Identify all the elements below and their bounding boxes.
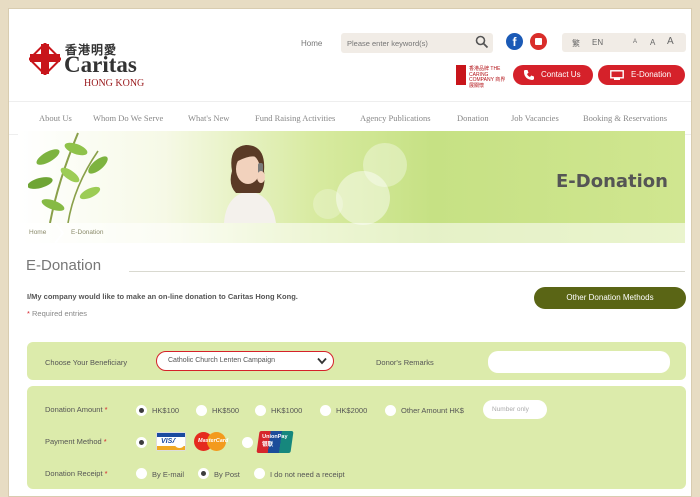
phone-icon [524, 70, 534, 80]
banner-title: E-Donation [556, 171, 668, 192]
font-small-button[interactable]: A [633, 39, 637, 45]
amount-radio-1000[interactable] [255, 405, 266, 416]
other-donation-methods-button[interactable]: Other Donation Methods [534, 287, 686, 309]
font-medium-button[interactable]: A [650, 38, 655, 47]
lang-tc-link[interactable]: 繁 [572, 38, 580, 49]
logo-english-name: Caritas [64, 52, 137, 77]
chevron-down-icon [317, 357, 327, 365]
banner-bubble [313, 189, 343, 219]
page: 香港明愛 Caritas HONG KONG Home f 繁 EN A A A… [8, 8, 692, 497]
badge-text: 香港品牌 THE CARING COMPANY 商界展關懷 [469, 66, 506, 89]
amount-radio-500[interactable] [196, 405, 207, 416]
donation-details-panel [27, 386, 686, 489]
nav-item-fund-raising[interactable]: Fund Raising Activities [255, 113, 335, 123]
section-title: E-Donation [26, 257, 102, 274]
top-home-link[interactable]: Home [301, 39, 322, 48]
lang-en-link[interactable]: EN [592, 38, 603, 47]
banner-bubble [363, 143, 407, 187]
donation-amount-label: Donation Amount * [45, 405, 108, 414]
unionpay-logo: UnionPay 银联 [256, 431, 294, 453]
payment-radio-mastercard[interactable] [174, 437, 185, 448]
intro-text: I/My company would like to make an on-li… [27, 292, 298, 301]
e-donation-header-button[interactable]: E-Donation [598, 65, 685, 85]
search-icon[interactable] [475, 35, 489, 49]
breadcrumb-home-link[interactable]: Home [29, 229, 46, 236]
receipt-radio-email[interactable] [136, 468, 147, 479]
amount-radio-100[interactable] [136, 405, 147, 416]
payment-radio-unionpay[interactable] [242, 437, 253, 448]
nav-item-whats-new[interactable]: What's New [188, 113, 229, 123]
caritas-logo[interactable]: 香港明愛 Caritas HONG KONG [29, 39, 149, 91]
required-note: * Required entries [27, 309, 88, 318]
amount-radio-2000[interactable] [320, 405, 331, 416]
donor-remarks-input[interactable] [488, 351, 670, 373]
amount-option-500: HK$500 [212, 406, 240, 415]
beneficiary-select[interactable]: Catholic Church Lenten Campaign [156, 351, 334, 371]
contact-us-label: Contact Us [541, 70, 581, 79]
caritas-cross-icon [29, 43, 61, 75]
e-donation-header-label: E-Donation [631, 70, 672, 79]
section-divider [129, 271, 685, 272]
nav-item-donation[interactable]: Donation [457, 113, 489, 123]
receipt-option-email: By E-mail [152, 470, 185, 479]
nav-item-booking-reservations[interactable]: Booking & Reservations [583, 113, 667, 123]
plant-image [28, 132, 108, 223]
donor-remarks-label: Donor's Remarks [376, 358, 434, 367]
woman-on-phone-image [224, 145, 276, 223]
caring-company-badge: 香港品牌 THE CARING COMPANY 商界展關懷 [456, 65, 508, 88]
amount-radio-other[interactable] [385, 405, 396, 416]
youtube-icon[interactable] [530, 33, 547, 50]
donation-receipt-label: Donation Receipt * [45, 469, 108, 478]
amount-option-other: Other Amount HK$ [401, 406, 464, 415]
receipt-option-none: I do not need a receipt [270, 470, 345, 479]
mastercard-logo: MasterCard [192, 432, 228, 451]
beneficiary-label: Choose Your Beneficiary [45, 358, 128, 367]
search-box [341, 33, 493, 53]
badge-red-mark [456, 65, 466, 85]
nav-item-about-us[interactable]: About Us [39, 113, 72, 123]
nav-item-job-vacancies[interactable]: Job Vacancies [511, 113, 559, 123]
breadcrumb-separator-icon [54, 223, 65, 243]
nav-item-agency-publications[interactable]: Agency Publications [360, 113, 431, 123]
search-input[interactable] [341, 34, 467, 53]
font-large-button[interactable]: A [667, 36, 674, 47]
nav-item-whom-do-we-serve[interactable]: Whom Do We Serve [93, 113, 163, 123]
payment-radio-visa[interactable] [136, 437, 147, 448]
logo-subtitle: HONG KONG [84, 78, 145, 89]
breadcrumb-current: E-Donation [71, 229, 104, 236]
amount-option-2000: HK$2000 [336, 406, 368, 415]
receipt-radio-none[interactable] [254, 468, 265, 479]
breadcrumb: Home E-Donation [18, 223, 685, 243]
amount-option-1000: HK$1000 [271, 406, 303, 415]
contact-us-button[interactable]: Contact Us [513, 65, 593, 85]
other-amount-input[interactable]: Number only [483, 400, 547, 419]
receipt-option-post: By Post [214, 470, 240, 479]
beneficiary-selected-value: Catholic Church Lenten Campaign [168, 357, 276, 364]
monitor-icon [610, 70, 624, 80]
other-amount-placeholder: Number only [492, 406, 529, 413]
facebook-icon[interactable]: f [506, 33, 523, 50]
main-nav: About Us Whom Do We Serve What's New Fun… [9, 101, 691, 135]
language-font-bar: 繁 EN A A A [562, 33, 686, 52]
payment-method-label: Payment Method * [45, 437, 107, 446]
receipt-radio-post[interactable] [198, 468, 209, 479]
amount-option-100: HK$100 [152, 406, 180, 415]
